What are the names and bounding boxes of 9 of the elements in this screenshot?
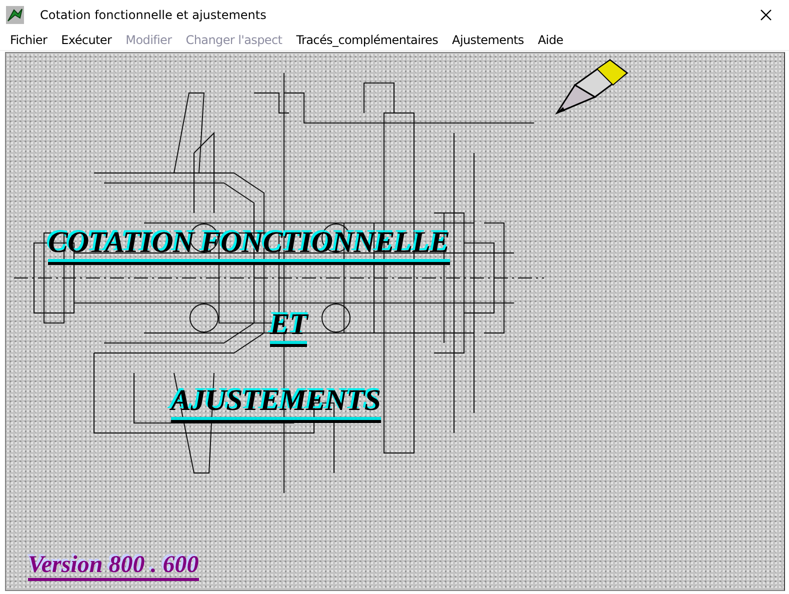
- window-title: Cotation fonctionnelle et ajustements: [40, 8, 268, 22]
- close-icon: [760, 9, 772, 21]
- menu-item[interactable]: Ajustements: [445, 30, 531, 50]
- menu-item[interactable]: Fichier: [3, 30, 54, 50]
- menu-item[interactable]: Exécuter: [54, 30, 119, 50]
- version-label: Version 800 . 600: [28, 553, 199, 582]
- menu-item[interactable]: Aide: [530, 30, 570, 50]
- app-icon: [6, 6, 24, 24]
- menu-item[interactable]: Tracés_complémentaires: [289, 30, 446, 50]
